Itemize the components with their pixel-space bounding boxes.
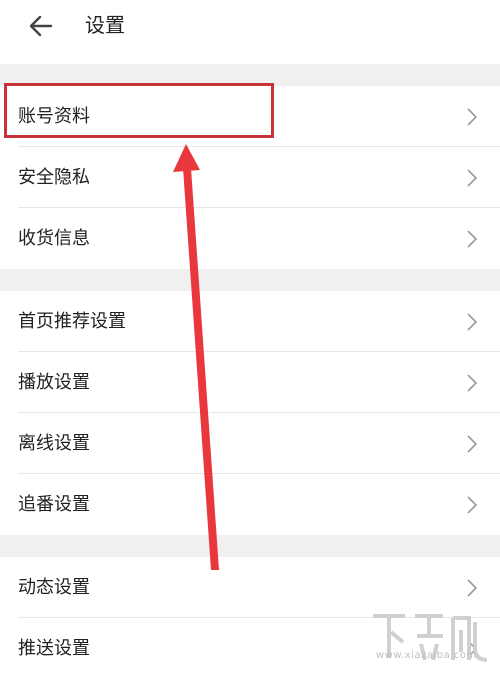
watermark-text: www.xiazaiba.com bbox=[376, 650, 477, 661]
settings-item-security[interactable]: 安全隐私 bbox=[0, 147, 500, 208]
settings-item-home-recommend[interactable]: 首页推荐设置 bbox=[0, 291, 500, 352]
settings-item-label: 离线设置 bbox=[18, 433, 90, 454]
settings-item-playback[interactable]: 播放设置 bbox=[0, 352, 500, 413]
settings-item-label: 账号资料 bbox=[18, 106, 90, 127]
settings-item-label: 安全隐私 bbox=[18, 167, 90, 188]
chevron-right-icon bbox=[467, 108, 478, 126]
chevron-right-icon bbox=[467, 169, 478, 187]
top-bar: 设置 bbox=[0, 0, 500, 64]
settings-item-offline[interactable]: 离线设置 bbox=[0, 413, 500, 474]
settings-item-label: 播放设置 bbox=[18, 372, 90, 393]
chevron-right-icon bbox=[467, 435, 478, 453]
chevron-right-icon bbox=[467, 374, 478, 392]
section-gap bbox=[0, 64, 500, 86]
chevron-right-icon bbox=[467, 579, 478, 597]
settings-item-push[interactable]: 推送设置 bbox=[0, 618, 500, 679]
settings-item-label: 收货信息 bbox=[18, 228, 90, 249]
settings-item-label: 动态设置 bbox=[18, 577, 90, 598]
arrow-left-icon[interactable] bbox=[27, 12, 55, 40]
settings-item-follow-anime[interactable]: 追番设置 bbox=[0, 474, 500, 535]
chevron-right-icon bbox=[467, 313, 478, 331]
chevron-right-icon bbox=[467, 496, 478, 514]
settings-item-shipping[interactable]: 收货信息 bbox=[0, 208, 500, 269]
settings-item-label: 首页推荐设置 bbox=[18, 311, 126, 332]
settings-item-account[interactable]: 账号资料 bbox=[0, 86, 500, 147]
chevron-right-icon bbox=[467, 230, 478, 248]
section-gap bbox=[0, 269, 500, 291]
page-title: 设置 bbox=[85, 13, 125, 37]
settings-item-label: 推送设置 bbox=[18, 638, 90, 659]
section-gap bbox=[0, 535, 500, 557]
settings-item-feed[interactable]: 动态设置 bbox=[0, 557, 500, 618]
settings-item-label: 追番设置 bbox=[18, 494, 90, 515]
